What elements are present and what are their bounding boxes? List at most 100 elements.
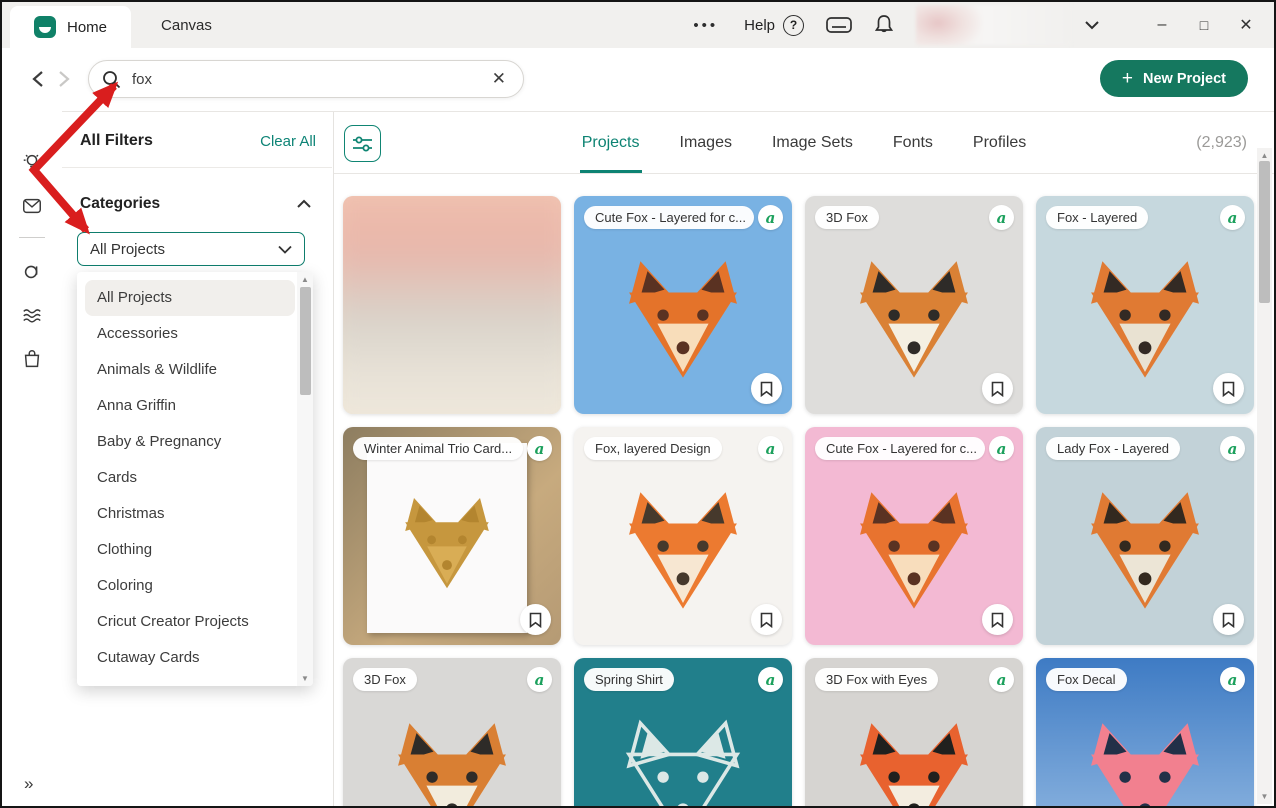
scroll-up-icon[interactable]: ▲ <box>1257 151 1272 160</box>
bookmark-icon <box>1222 381 1235 397</box>
collapse-chevron-up-icon[interactable] <box>296 199 312 209</box>
category-select[interactable]: All Projects <box>77 232 305 266</box>
tab-home[interactable]: Home <box>10 6 131 48</box>
main-content: ProjectsImagesImage SetsFontsProfiles (2… <box>333 112 1274 806</box>
more-menu-button[interactable]: ••• <box>693 17 718 34</box>
search-input[interactable] <box>130 70 488 89</box>
fox-illustration <box>843 247 985 389</box>
window-maximize-button[interactable]: □ <box>1190 17 1218 33</box>
category-option[interactable]: Clothing <box>85 532 295 568</box>
dropdown-scroll-thumb[interactable] <box>300 287 311 395</box>
scroll-down-icon[interactable]: ▼ <box>297 674 313 683</box>
categories-heading: Categories <box>80 195 160 213</box>
window-minimize-button[interactable]: – <box>1148 16 1176 34</box>
category-option[interactable]: Anna Griffin <box>85 388 295 424</box>
user-account-blurred[interactable] <box>916 5 1072 45</box>
machine-icon[interactable] <box>826 16 852 34</box>
project-title-pill: Cute Fox - Layered for c... <box>815 437 985 460</box>
dropdown-scrollbar[interactable]: ▲ ▼ <box>297 272 313 686</box>
category-option[interactable]: Cutaway Cards <box>85 640 295 676</box>
cricut-access-icon[interactable] <box>21 260 43 282</box>
scroll-up-icon[interactable]: ▲ <box>297 275 313 284</box>
scroll-down-icon[interactable]: ▼ <box>1257 792 1272 801</box>
shop-bag-icon[interactable] <box>21 348 43 370</box>
fox-illustration <box>843 709 985 808</box>
cricut-access-badge-icon: a <box>1220 667 1245 692</box>
main-scrollbar[interactable]: ▲ ▼ <box>1257 148 1272 804</box>
project-card[interactable]: Cute Fox - Layered for c... a <box>805 427 1023 645</box>
bookmark-icon <box>991 612 1004 628</box>
project-card[interactable]: Lady Fox - Layered a <box>1036 427 1254 645</box>
project-title-pill: 3D Fox <box>815 206 879 229</box>
inbox-envelope-icon[interactable] <box>21 195 43 217</box>
project-card[interactable]: Spring Shirt a <box>574 658 792 808</box>
left-rail: » <box>2 111 62 806</box>
fox-illustration <box>1074 478 1216 620</box>
bookmark-button[interactable] <box>982 373 1013 404</box>
toolbar: ✕ + New Project <box>2 48 1274 110</box>
new-project-button[interactable]: + New Project <box>1100 60 1248 97</box>
blurred-thumbnail <box>343 196 561 414</box>
category-option[interactable]: Cricut Creator Projects <box>85 604 295 640</box>
project-card[interactable]: 3D Fox a <box>343 658 561 808</box>
fox-illustration <box>1074 709 1216 808</box>
category-option[interactable]: Animals & Wildlife <box>85 352 295 388</box>
account-chevron-down-icon[interactable] <box>1084 20 1100 30</box>
project-card[interactable]: Fox, layered Design a <box>574 427 792 645</box>
forward-button[interactable] <box>58 70 70 88</box>
tab-profiles[interactable]: Profiles <box>971 112 1028 173</box>
clear-all-link[interactable]: Clear All <box>260 133 316 150</box>
tab-image-sets[interactable]: Image Sets <box>770 112 855 173</box>
tab-projects[interactable]: Projects <box>580 112 642 173</box>
category-option[interactable]: Coloring <box>85 568 295 604</box>
project-card[interactable]: 3D Fox a <box>805 196 1023 414</box>
cricut-access-badge-icon: a <box>758 667 783 692</box>
help-button[interactable]: Help ? <box>744 15 804 36</box>
clear-search-button[interactable]: ✕ <box>488 69 510 89</box>
project-card[interactable]: Cute Fox - Layered for c... a <box>574 196 792 414</box>
category-option[interactable]: Baby & Pregnancy <box>85 424 295 460</box>
tab-images[interactable]: Images <box>678 112 734 173</box>
select-chevron-down-icon <box>278 245 292 254</box>
project-grid: Cute Fox - Layered for c... a 3D Fox a F… <box>334 174 1274 808</box>
project-title-pill: 3D Fox with Eyes <box>815 668 938 691</box>
bookmark-icon <box>529 612 542 628</box>
category-option[interactable]: All Projects <box>85 280 295 316</box>
back-button[interactable] <box>32 70 44 88</box>
bookmark-button[interactable] <box>1213 604 1244 635</box>
bookmark-button[interactable] <box>1213 373 1244 404</box>
category-option[interactable]: Christmas <box>85 496 295 532</box>
question-icon: ? <box>783 15 804 36</box>
cricut-access-badge-icon: a <box>527 667 552 692</box>
fox-illustration <box>612 247 754 389</box>
cricut-access-badge-icon: a <box>758 436 783 461</box>
project-card[interactable] <box>343 196 561 414</box>
ideas-lightbulb-icon[interactable] <box>21 151 43 173</box>
tab-canvas[interactable]: Canvas <box>131 2 242 48</box>
project-card[interactable]: Fox Decal a <box>1036 658 1254 808</box>
bookmark-button[interactable] <box>520 604 551 635</box>
project-card[interactable]: Winter Animal Trio Card... a <box>343 427 561 645</box>
cricut-access-badge-icon: a <box>989 205 1014 230</box>
expand-rail-button[interactable]: » <box>24 774 33 794</box>
category-option[interactable]: Cards <box>85 460 295 496</box>
tab-fonts[interactable]: Fonts <box>891 112 935 173</box>
search-box[interactable]: ✕ <box>88 60 524 98</box>
window-close-button[interactable]: ✕ <box>1232 15 1260 35</box>
project-title-pill: Fox, layered Design <box>584 437 722 460</box>
project-card[interactable]: Fox - Layered a <box>1036 196 1254 414</box>
notifications-bell-icon[interactable] <box>874 14 894 36</box>
project-card[interactable]: 3D Fox with Eyes a <box>805 658 1023 808</box>
plus-icon: + <box>1122 68 1133 90</box>
materials-waves-icon[interactable] <box>21 304 43 326</box>
content-header: ProjectsImagesImage SetsFontsProfiles (2… <box>334 112 1274 174</box>
bookmark-button[interactable] <box>751 604 782 635</box>
titlebar: Home Canvas ••• Help ? – □ ✕ <box>2 2 1274 48</box>
bookmark-button[interactable] <box>982 604 1013 635</box>
bookmark-button[interactable] <box>751 373 782 404</box>
rail-divider <box>19 237 45 238</box>
category-option[interactable]: Accessories <box>85 316 295 352</box>
main-scroll-thumb[interactable] <box>1259 161 1270 303</box>
project-title-pill: Spring Shirt <box>584 668 674 691</box>
new-project-label: New Project <box>1143 71 1226 87</box>
